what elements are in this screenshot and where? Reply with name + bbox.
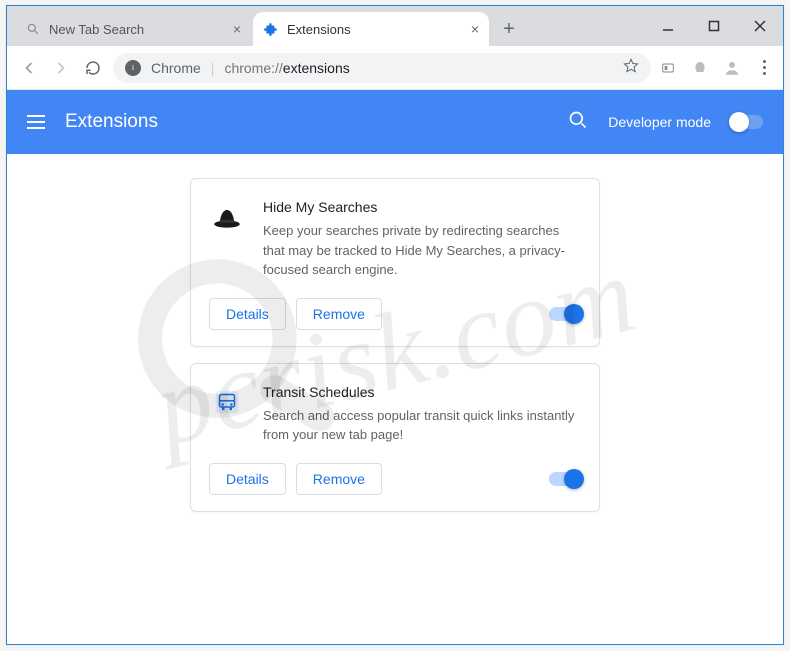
extension-enable-toggle[interactable]	[549, 307, 581, 321]
extensions-appbar: Extensions Developer mode	[7, 90, 783, 154]
extension-card: Hide My Searches Keep your searches priv…	[190, 178, 600, 347]
bus-icon	[209, 384, 245, 420]
page-title: Extensions	[65, 111, 158, 133]
hamburger-icon[interactable]	[27, 115, 45, 129]
tab-extensions[interactable]: Extensions ×	[253, 12, 489, 46]
remove-button[interactable]: Remove	[296, 298, 382, 330]
forward-button[interactable]	[49, 56, 73, 80]
back-button[interactable]	[17, 56, 41, 80]
titlebar: New Tab Search × Extensions × +	[7, 6, 783, 46]
divider: |	[211, 60, 215, 76]
tab-strip: New Tab Search × Extensions × +	[7, 6, 645, 46]
omnibox-url: chrome://extensions	[224, 60, 349, 76]
remove-button[interactable]: Remove	[296, 463, 382, 495]
extension-description: Search and access popular transit quick …	[263, 406, 581, 445]
omnibox[interactable]: Chrome | chrome://extensions	[113, 53, 651, 83]
toolbar-right	[659, 59, 773, 77]
tab-new-tab-search[interactable]: New Tab Search ×	[15, 12, 251, 46]
minimize-button[interactable]	[645, 6, 691, 46]
details-button[interactable]: Details	[209, 463, 286, 495]
extension-name: Hide My Searches	[263, 199, 581, 215]
extension-description: Keep your searches private by redirectin…	[263, 221, 581, 280]
close-icon[interactable]: ×	[233, 21, 241, 37]
developer-mode-label: Developer mode	[608, 114, 711, 130]
developer-mode-toggle[interactable]	[731, 115, 763, 129]
menu-button[interactable]	[755, 59, 773, 77]
extension-enable-toggle[interactable]	[549, 472, 581, 486]
tab-label: Extensions	[287, 22, 351, 37]
window-controls	[645, 6, 783, 46]
search-icon	[25, 21, 41, 37]
tab-label: New Tab Search	[49, 22, 144, 37]
maximize-button[interactable]	[691, 6, 737, 46]
close-icon[interactable]: ×	[471, 21, 479, 37]
browser-window: New Tab Search × Extensions × +	[6, 5, 784, 645]
extension-card: Transit Schedules Search and access popu…	[190, 363, 600, 512]
hat-icon	[209, 199, 245, 235]
close-window-button[interactable]	[737, 6, 783, 46]
omnibox-chip: Chrome	[151, 60, 201, 76]
extensions-list: Hide My Searches Keep your searches priv…	[7, 154, 783, 644]
toolbar: Chrome | chrome://extensions	[7, 46, 783, 90]
site-info-icon[interactable]	[125, 60, 141, 76]
extension-icon-2[interactable]	[691, 59, 709, 77]
new-tab-button[interactable]: +	[495, 15, 523, 43]
details-button[interactable]: Details	[209, 298, 286, 330]
extension-icon[interactable]	[659, 59, 677, 77]
profile-avatar[interactable]	[723, 59, 741, 77]
bookmark-star-icon[interactable]	[623, 58, 639, 77]
search-icon[interactable]	[568, 110, 588, 135]
reload-button[interactable]	[81, 56, 105, 80]
extension-name: Transit Schedules	[263, 384, 581, 400]
puzzle-icon	[263, 21, 279, 37]
